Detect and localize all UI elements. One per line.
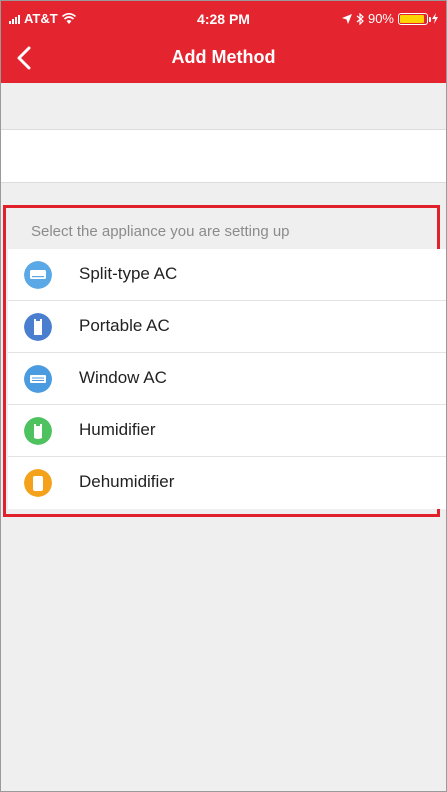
appliance-label: Split-type AC [79, 264, 178, 283]
page-title: Add Method [171, 47, 276, 67]
appliance-item-window-ac[interactable]: Window AC [8, 353, 446, 405]
location-icon [341, 13, 352, 24]
appliance-item-portable-ac[interactable]: Portable AC [8, 301, 446, 353]
blank-row [1, 129, 446, 183]
status-bar: AT&T 4:28 PM 90% [1, 1, 446, 35]
battery-icon [398, 12, 431, 25]
appliance-label: Dehumidifier [79, 472, 175, 491]
battery-percent: 90% [367, 11, 394, 26]
humidifier-icon [24, 417, 52, 445]
appliance-list: Split-type AC Portable AC Window AC Humi… [8, 249, 446, 509]
split-ac-icon [24, 261, 52, 289]
section-title: Select the appliance you are setting up [31, 223, 290, 240]
appliance-item-humidifier[interactable]: Humidifier [8, 405, 446, 457]
appliance-item-dehumidifier[interactable]: Dehumidifier [8, 457, 446, 509]
bluetooth-icon [356, 12, 364, 25]
header: AT&T 4:28 PM 90% Add Method [1, 1, 446, 83]
portable-ac-icon [24, 313, 52, 341]
appliance-label: Portable AC [79, 316, 170, 335]
navbar: Add Method [1, 35, 446, 83]
appliance-item-split-ac[interactable]: Split-type AC [8, 249, 446, 301]
app-frame: AT&T 4:28 PM 90% Add Method Select the a… [0, 0, 447, 792]
appliance-label: Humidifier [79, 420, 156, 439]
window-ac-icon [24, 365, 52, 393]
dehumidifier-icon [24, 469, 52, 497]
charging-icon [432, 13, 438, 24]
status-right: 90% [341, 11, 438, 26]
appliance-label: Window AC [79, 368, 167, 387]
